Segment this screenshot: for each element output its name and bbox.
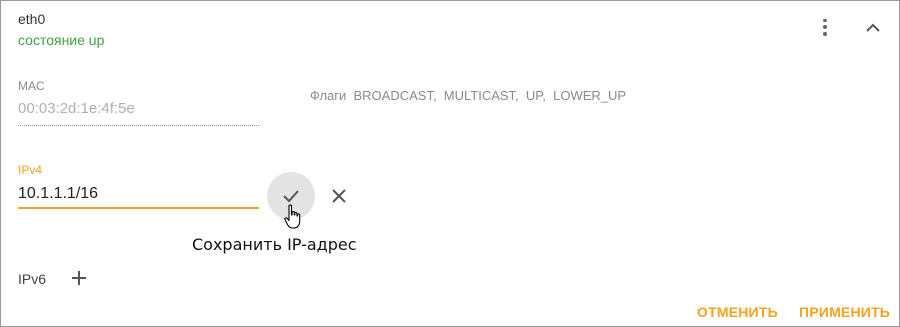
cancel-button[interactable]: ОТМЕНИТЬ [697,304,778,320]
more-vert-icon[interactable] [815,17,835,37]
mac-value: 00:03:2d:1e:4f:5e [18,100,135,117]
interface-state: состояние up [18,32,105,48]
ipv6-label: IPv6 [18,271,47,287]
check-icon [283,190,299,203]
interface-card: eth0 состояние up MAC 00:03:2d:1e:4f:5e … [0,0,900,327]
flags-text: Флаги BROADCAST, MULTICAST, UP, LOWER_UP [310,88,627,103]
ipv4-label: IPv4 [18,163,43,177]
chevron-up-icon[interactable] [863,18,883,38]
interface-name: eth0 [18,11,46,27]
plus-icon[interactable] [69,268,89,288]
ipv4-input[interactable] [18,181,259,209]
close-icon [332,189,346,203]
save-tooltip: Сохранить IP-адрес [192,235,357,254]
mac-field-underline [18,125,259,126]
apply-button[interactable]: ПРИМЕНИТЬ [799,304,890,320]
hand-pointer-icon [283,204,303,230]
mac-label: MAC [18,79,45,93]
cancel-ip-button[interactable] [328,185,350,207]
